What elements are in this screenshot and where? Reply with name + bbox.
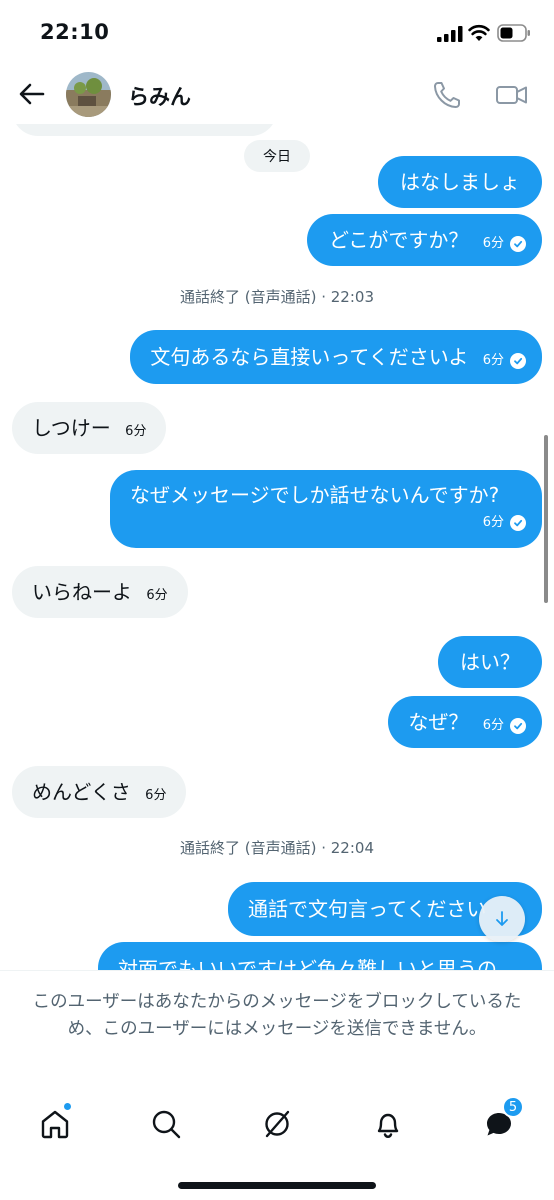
status-bar: 22:10 — [0, 0, 554, 66]
message-meta: 6分 — [483, 713, 526, 739]
conversation-header: らみん — [0, 66, 554, 124]
avatar[interactable] — [66, 72, 111, 117]
nav-grok[interactable] — [259, 1106, 295, 1142]
check-icon — [510, 514, 526, 531]
message-time: 6分 — [145, 787, 167, 803]
sent-message-bubble[interactable]: どこがですか？ 6分 — [306, 214, 542, 266]
blocked-notice: このユーザーはあなたからのメッセージをブロックしているため、このユーザーにはメッ… — [0, 970, 554, 1080]
sent-message-bubble[interactable]: 対面でもいいですけど色々難しいと思うの — [98, 942, 542, 970]
message-meta: 6分 — [146, 583, 167, 609]
back-arrow-icon — [19, 83, 45, 105]
message-time: 6分 — [482, 235, 504, 251]
received-message-bubble[interactable]: めんどくさ 6分 — [12, 766, 187, 818]
message-text: めんどくさ — [32, 780, 131, 804]
message-text: 文句あるなら直接いってくださいよ — [150, 345, 469, 369]
messages-badge: 5 — [502, 1096, 524, 1118]
message-time: 6分 — [146, 587, 168, 603]
received-message-bubble[interactable] — [12, 124, 277, 136]
scroll-to-bottom-button[interactable] — [479, 896, 525, 942]
chevron-down-icon — [496, 911, 508, 926]
message-meta: 6分 — [483, 231, 526, 257]
message-meta: 6分 — [145, 783, 166, 809]
call-ended-notice: 通話終了 (音声通話) · 22:04 — [179, 839, 374, 857]
home-indicator — [178, 1182, 376, 1189]
date-divider: 今日 — [244, 140, 310, 172]
message-meta: 6分 — [483, 510, 526, 536]
battery-icon — [497, 24, 530, 42]
notification-dot — [63, 1102, 72, 1111]
message-time: 6分 — [482, 514, 504, 530]
message-time: 6分 — [482, 717, 504, 733]
bell-icon — [377, 1113, 399, 1139]
message-text: 通話で文句言ってください — [248, 897, 487, 921]
nav-messages[interactable]: 5 — [481, 1096, 524, 1142]
nav-search[interactable] — [148, 1106, 184, 1142]
message-meta: 6分 — [125, 419, 146, 445]
call-ended-notice: 通話終了 (音声通話) · 22:03 — [179, 288, 374, 306]
message-time: 6分 — [125, 423, 147, 439]
back-button[interactable] — [16, 78, 48, 110]
message-text: なぜ？ — [408, 710, 469, 734]
status-time: 22:10 — [40, 20, 110, 44]
message-text: なぜメッセージでしか話せないんですか? — [130, 483, 500, 507]
message-text: どこがですか？ — [328, 228, 469, 252]
message-text: はい？ — [460, 650, 520, 674]
sent-message-bubble[interactable]: 文句あるなら直接いってくださいよ 6分 — [130, 330, 542, 384]
voice-call-button[interactable] — [430, 78, 464, 112]
contact-name[interactable]: らみん — [128, 81, 191, 111]
message-text: はなしましょ — [400, 170, 520, 194]
message-text: しつけー — [32, 416, 111, 440]
check-icon — [510, 717, 526, 734]
message-list[interactable]: 今日 はなしましょ どこがですか？ 6分 通話終了 (音声通話) · 22:03… — [0, 124, 554, 970]
check-icon — [510, 352, 526, 369]
sent-message-bubble[interactable]: はい？ — [438, 636, 542, 688]
bottom-nav: 5 — [0, 1082, 554, 1200]
signal-icon — [437, 26, 463, 42]
nav-home[interactable] — [37, 1102, 73, 1142]
message-meta: 6分 — [483, 348, 526, 374]
grok-icon — [265, 1110, 290, 1138]
video-call-button[interactable] — [494, 78, 530, 112]
received-message-bubble[interactable]: いらねーよ 6分 — [12, 566, 188, 618]
received-message-bubble[interactable]: しつけー 6分 — [12, 402, 167, 454]
scrollbar[interactable] — [544, 435, 548, 603]
wifi-icon — [468, 25, 490, 41]
sent-message-bubble[interactable]: はなしましょ — [378, 156, 542, 208]
check-icon — [510, 235, 526, 252]
video-icon — [496, 86, 527, 104]
search-icon — [152, 1110, 181, 1139]
phone-icon — [434, 82, 460, 108]
sent-message-bubble[interactable]: なぜ？ 6分 — [388, 696, 542, 748]
message-text: 対面でもいいですけど色々難しいと思うの — [118, 957, 497, 970]
message-time: 6分 — [482, 352, 504, 368]
nav-notifications[interactable] — [370, 1106, 406, 1142]
sent-message-bubble[interactable]: なぜメッセージでしか話せないんですか? 6分 — [110, 470, 542, 548]
home-icon — [41, 1110, 69, 1139]
message-text: いらねーよ — [32, 580, 132, 604]
